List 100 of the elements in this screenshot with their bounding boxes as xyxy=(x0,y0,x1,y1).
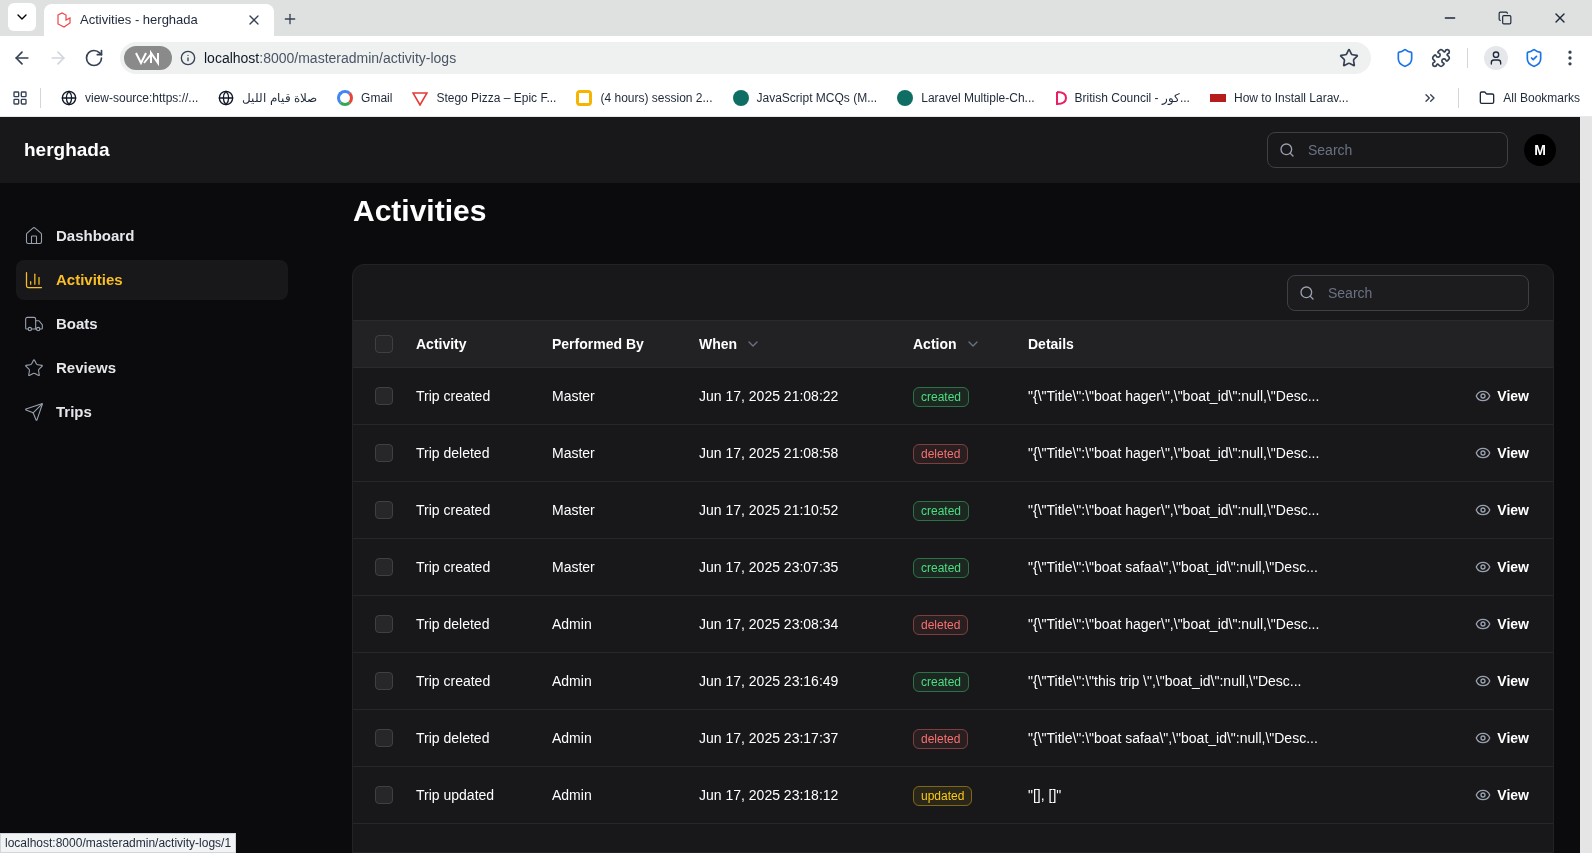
table-cell: Trip created xyxy=(416,558,491,575)
bar-chart-icon xyxy=(24,270,44,290)
apps-icon[interactable] xyxy=(12,90,28,106)
shield-check-icon[interactable] xyxy=(1524,48,1544,68)
extensions-icon[interactable] xyxy=(1431,48,1451,68)
view-link[interactable]: View xyxy=(1475,556,1529,578)
table-cell: "{\"Title\":\"boat hager\",\"boat_id\":null,\"Desc... xyxy=(1028,615,1320,632)
table-cell: Admin xyxy=(552,672,592,689)
table-cell: Trip deleted xyxy=(416,615,490,632)
sidebar-item[interactable]: Reviews xyxy=(16,348,288,388)
star-icon xyxy=(24,358,44,378)
table-cell: Jun 17, 2025 21:10:52 xyxy=(699,501,839,518)
shield-icon[interactable] xyxy=(1395,48,1415,68)
view-link[interactable]: View xyxy=(1475,727,1529,749)
bookmark-item[interactable]: How to Install Larav... xyxy=(1209,89,1349,107)
folder-icon xyxy=(1479,90,1496,106)
bookmark-item[interactable]: Stego Pizza – Epic F... xyxy=(412,89,557,107)
google-icon xyxy=(337,90,354,106)
site-icon xyxy=(1209,94,1226,102)
avatar[interactable]: M xyxy=(1524,134,1556,166)
restore-icon[interactable] xyxy=(1498,11,1512,25)
globe-icon xyxy=(61,90,77,106)
browser-tab[interactable]: Activities - herghada xyxy=(44,4,274,36)
view-link[interactable]: View xyxy=(1475,442,1529,464)
eye-icon xyxy=(1475,502,1492,518)
laravel-logo-icon xyxy=(56,12,72,28)
table-cell: Master xyxy=(552,387,595,404)
bookmark-star-icon[interactable] xyxy=(1339,48,1359,68)
row-checkbox[interactable] xyxy=(375,444,393,462)
row-checkbox[interactable] xyxy=(375,729,393,747)
sidebar-item[interactable]: Trips xyxy=(16,392,288,432)
eye-icon xyxy=(1475,616,1492,632)
table-cell: "{\"Title\":\"boat safaa\",\"boat_id\":null,\"Desc... xyxy=(1028,558,1318,575)
table-cell: Jun 17, 2025 23:18:12 xyxy=(699,786,839,803)
bookmark-item[interactable]: Laravel Multiple-Ch... xyxy=(897,89,1035,107)
bookmark-item[interactable]: British Council - كور... xyxy=(1054,89,1190,107)
column-header: Activity xyxy=(416,334,467,354)
row-checkbox[interactable] xyxy=(375,615,393,633)
bookmark-item[interactable]: صلاة قيام الليل xyxy=(218,89,318,107)
tab-list-button[interactable] xyxy=(8,3,36,31)
row-checkbox[interactable] xyxy=(375,558,393,576)
table-cell: Jun 17, 2025 23:08:34 xyxy=(699,615,839,632)
column-header[interactable]: Action xyxy=(913,333,957,355)
table-cell: "{\"Title\":\"boat safaa\",\"boat_id\":null,\"Desc... xyxy=(1028,729,1318,746)
vpn-icon[interactable] xyxy=(124,46,172,70)
table-cell: "{\"Title\":\"boat hager\",\"boat_id\":null,\"Desc... xyxy=(1028,444,1320,461)
pizza-icon xyxy=(412,90,429,106)
table-cell: Admin xyxy=(552,786,592,803)
row-checkbox[interactable] xyxy=(375,335,393,353)
all-bookmarks-button[interactable]: All Bookmarks xyxy=(1479,89,1580,107)
address-bar[interactable]: localhost:8000/masteradmin/activity-logs xyxy=(120,42,1371,74)
search-field[interactable]: Search xyxy=(1267,132,1508,168)
action-badge: deleted xyxy=(913,614,969,635)
brand-name: herghada xyxy=(24,137,110,162)
column-header[interactable]: When xyxy=(699,333,738,355)
row-checkbox[interactable] xyxy=(375,387,393,405)
view-link[interactable]: View xyxy=(1475,670,1529,692)
column-header: Performed By xyxy=(552,334,644,354)
profile-icon[interactable] xyxy=(1484,46,1508,70)
row-checkbox[interactable] xyxy=(375,786,393,804)
action-badge: created xyxy=(913,500,970,521)
sidebar-item[interactable]: Boats xyxy=(16,304,288,344)
table-cell: "{\"Title\":\"boat hager\",\"boat_id\":null,\"Desc... xyxy=(1028,387,1320,404)
eye-icon xyxy=(1475,388,1492,404)
table-cell: Master xyxy=(552,558,595,575)
table-cell: Trip created xyxy=(416,501,491,518)
eye-icon xyxy=(1475,787,1492,803)
eye-icon xyxy=(1475,730,1492,746)
table-search-field[interactable]: Search xyxy=(1287,274,1529,311)
send-icon xyxy=(24,402,44,422)
action-badge: deleted xyxy=(913,443,969,464)
reload-icon[interactable] xyxy=(84,48,104,68)
view-link[interactable]: View xyxy=(1475,784,1529,806)
table-cell: Master xyxy=(552,444,595,461)
bookmark-item[interactable]: JavaScript MCQs (M... xyxy=(732,89,878,107)
tab-title: Activities - herghada xyxy=(80,11,199,30)
eye-icon xyxy=(1475,445,1492,461)
view-link[interactable]: View xyxy=(1475,613,1529,635)
table-cell: Jun 17, 2025 21:08:58 xyxy=(699,444,839,461)
site-info-icon[interactable] xyxy=(180,50,196,66)
bookmark-item[interactable]: Gmail xyxy=(337,89,393,107)
eye-icon xyxy=(1475,673,1492,689)
row-checkbox[interactable] xyxy=(375,672,393,690)
action-badge: created xyxy=(913,386,970,407)
row-checkbox[interactable] xyxy=(375,501,393,519)
sidebar-item[interactable]: Dashboard xyxy=(16,216,288,256)
table-cell: Jun 17, 2025 23:16:49 xyxy=(699,672,839,689)
new-tab-icon[interactable] xyxy=(282,11,298,27)
bookmark-item[interactable]: view-source:https://... xyxy=(61,89,199,107)
action-badge: deleted xyxy=(913,728,969,749)
action-badge: created xyxy=(913,671,970,692)
bookmark-item[interactable]: (4 hours) session 2... xyxy=(576,89,713,107)
sidebar-item[interactable]: Activities xyxy=(16,260,288,300)
view-link[interactable]: View xyxy=(1475,385,1529,407)
column-header: Details xyxy=(1028,334,1074,354)
view-link[interactable]: View xyxy=(1475,499,1529,521)
site-icon xyxy=(1054,90,1067,106)
table-cell: Trip created xyxy=(416,672,491,689)
table-cell: Trip deleted xyxy=(416,444,490,461)
action-badge: created xyxy=(913,557,970,578)
